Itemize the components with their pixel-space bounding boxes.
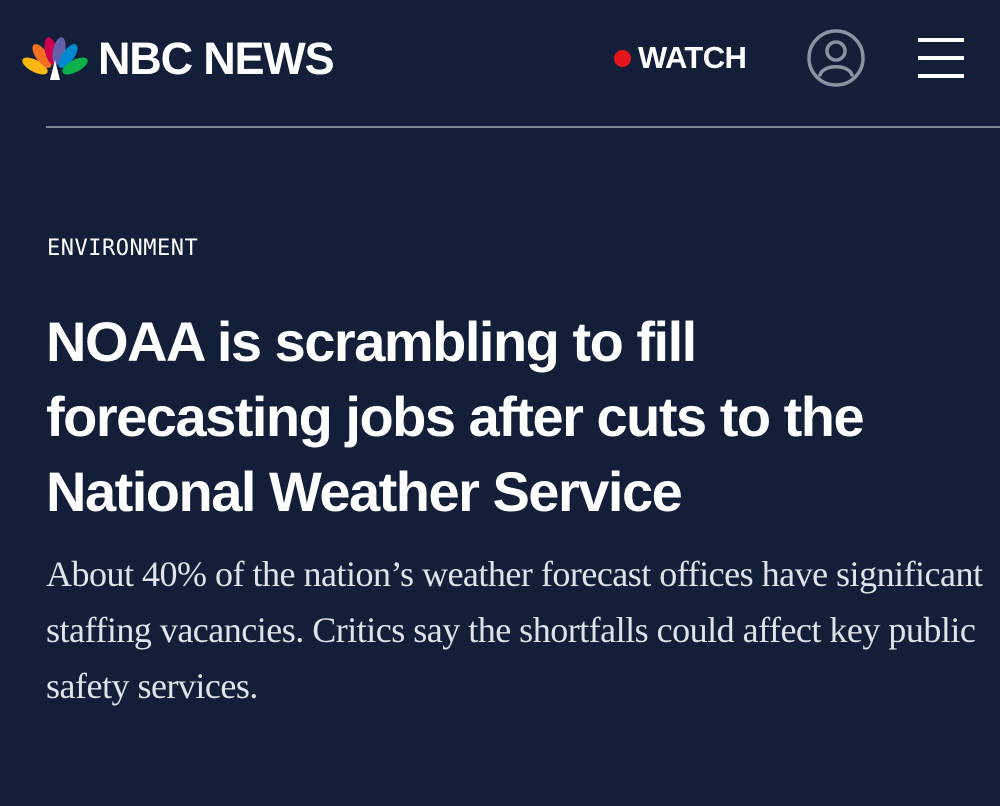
live-dot-icon bbox=[614, 49, 631, 67]
section-label[interactable]: ENVIRONMENT bbox=[47, 236, 198, 261]
watch-label: WATCH bbox=[638, 40, 747, 75]
user-account-icon[interactable] bbox=[806, 28, 866, 88]
nbc-peacock-icon bbox=[22, 37, 88, 80]
watch-live-button[interactable]: WATCH bbox=[614, 38, 747, 78]
article-headline: NOAA is scrambling to fill forecasting j… bbox=[46, 310, 865, 523]
header-divider bbox=[46, 126, 1000, 128]
article-dek: About 40% of the nation’s weather foreca… bbox=[46, 554, 983, 706]
site-header: NBC NEWS WATCH bbox=[0, 0, 1000, 118]
hamburger-menu-icon[interactable] bbox=[918, 38, 964, 78]
nbc-news-logo[interactable]: NBC NEWS bbox=[22, 32, 335, 84]
brand-wordmark: NBC NEWS bbox=[98, 32, 335, 84]
